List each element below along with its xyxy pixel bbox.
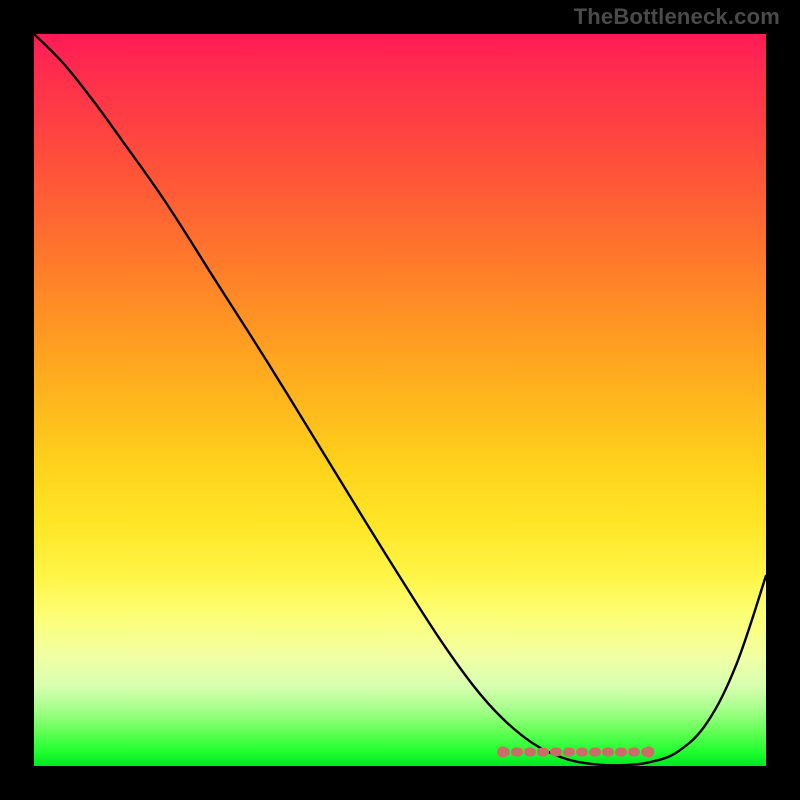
chart-frame: TheBottleneck.com bbox=[0, 0, 800, 800]
watermark-text: TheBottleneck.com bbox=[574, 4, 780, 30]
plot-area bbox=[34, 34, 766, 766]
bottleneck-curve bbox=[34, 34, 766, 766]
